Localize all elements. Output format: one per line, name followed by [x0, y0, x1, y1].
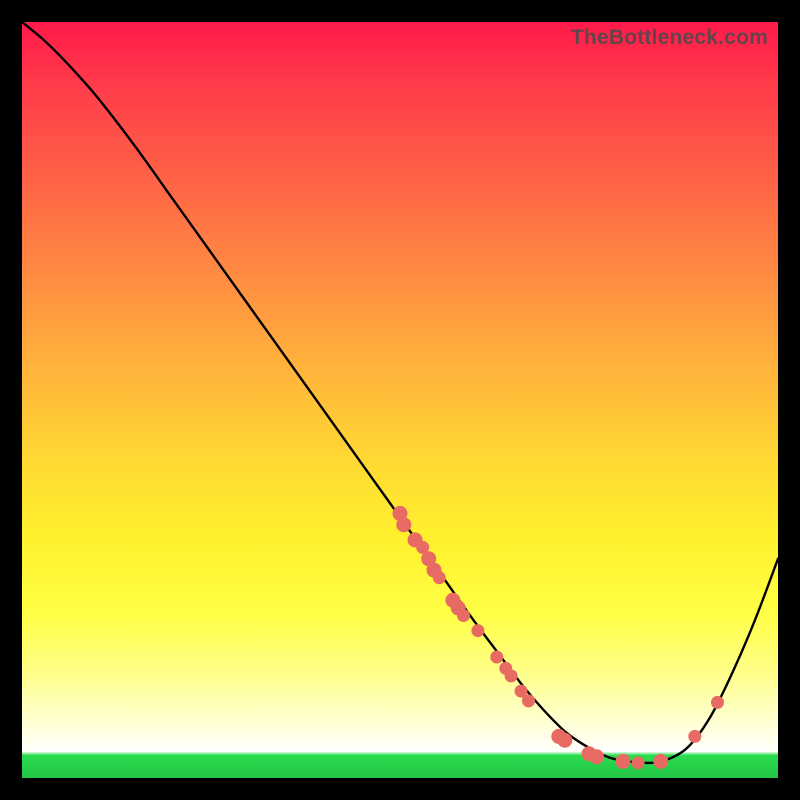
data-point — [712, 696, 724, 708]
data-point — [654, 754, 668, 768]
data-point — [523, 695, 535, 707]
data-point — [505, 670, 517, 682]
data-point — [433, 572, 445, 584]
data-point — [632, 757, 644, 769]
data-point — [397, 518, 411, 532]
data-point — [689, 730, 701, 742]
bottleneck-curve — [22, 22, 778, 763]
data-point — [590, 750, 604, 764]
chart-svg — [22, 22, 778, 778]
data-point — [616, 754, 630, 768]
chart-frame: TheBottleneck.com — [22, 22, 778, 778]
data-points — [393, 506, 724, 769]
data-point — [558, 733, 572, 747]
data-point — [491, 651, 503, 663]
data-point — [458, 610, 470, 622]
data-point — [515, 685, 527, 697]
data-point — [472, 625, 484, 637]
